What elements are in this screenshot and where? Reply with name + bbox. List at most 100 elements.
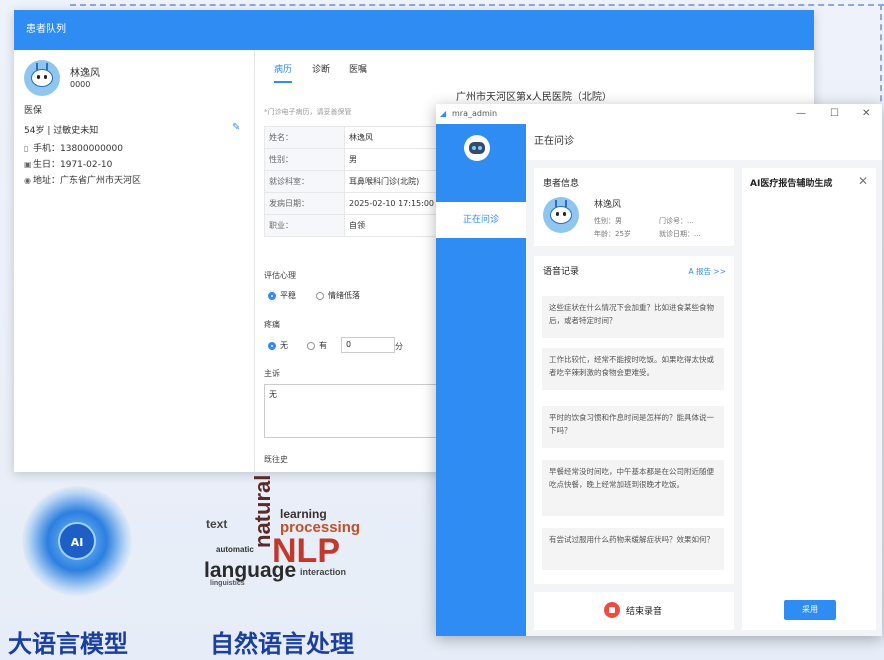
close-icon[interactable]: ✕	[858, 174, 868, 188]
caption-llm: 大语言模型	[8, 630, 128, 658]
pain-score-input[interactable]: 0	[341, 337, 395, 353]
panel-title: AI医疗报告辅助生成	[750, 179, 833, 189]
table-row: 职业： 自领	[263, 214, 439, 237]
word: interaction	[300, 567, 347, 577]
calendar-icon: ▣	[24, 160, 32, 169]
recording-bar: 结束录音	[534, 592, 734, 630]
phone-icon: ▯	[24, 144, 29, 153]
robot-icon	[464, 135, 490, 161]
complaint-textarea[interactable]: 无	[264, 384, 439, 438]
patient-info-card: 患者信息 林逸风 性别：男 门诊号：... 年龄：25岁 就诊日期：...	[534, 168, 734, 246]
field-value: 2025-02-10 17:15:00	[344, 192, 439, 215]
phone-row: ▯ 手机：13800000000	[24, 141, 123, 154]
message-bubble: 早餐经常没时间吃，中午基本都是在公司附近随便吃点快餐，晚上经常加班到很晚才吃饭。	[542, 460, 724, 516]
title-bar: ◢ mra_admin — ☐ ✕	[436, 104, 882, 124]
close-button[interactable]: ✕	[862, 104, 870, 124]
field-label: 就诊科室：	[263, 170, 346, 193]
word: automatic	[216, 545, 254, 554]
window-title: 患者队列	[14, 10, 814, 50]
voice-record-card: 语音记录 A 报告 >> 这些症状在什么情况下会加重？比如进食某些食物后，或者特…	[534, 256, 734, 584]
patient-name: 林逸风	[594, 200, 622, 210]
field-label: 发病日期：	[263, 192, 346, 215]
edit-icon[interactable]: ✎	[232, 122, 240, 133]
option-label: 无	[280, 341, 288, 350]
message-bubble: 平时的饮食习惯和作息时间是怎样的？能具体说一下吗？	[542, 406, 724, 448]
visit-date: 就诊日期：...	[659, 230, 701, 238]
option-label: 有	[319, 341, 327, 350]
record-table: 姓名： 林逸风 性别：男 就诊科室： 耳鼻喉科门诊(北院) 发病日期： 2025-02…	[263, 126, 439, 237]
table-row: 姓名： 林逸风	[263, 126, 439, 149]
avatar	[543, 197, 579, 233]
caption-nlp: 自然语言处理	[210, 630, 354, 658]
dashed-border-top	[70, 4, 884, 6]
history-label: 既往史	[264, 455, 288, 464]
birthday-text: 生日：1971-02-10	[33, 160, 113, 170]
mood-option-calm[interactable]: 平稳	[268, 290, 296, 301]
tab-record[interactable]: 病历	[274, 62, 293, 83]
stop-record-button[interactable]: 结束录音	[626, 604, 662, 617]
word: text	[206, 517, 228, 531]
clinic-number: 门诊号：...	[659, 217, 694, 225]
option-label: 平稳	[280, 291, 296, 300]
tab-diagnosis[interactable]: 诊断	[312, 62, 330, 75]
table-row: 发病日期： 2025-02-10 17:15:00	[263, 192, 439, 215]
address-row: ◉ 地址：广东省广州市天河区	[24, 173, 141, 186]
stop-record-icon[interactable]	[604, 602, 620, 618]
page-title: 正在问诊	[526, 124, 882, 160]
hospital-name: 广州市天河区第x人民医院（北院）	[456, 92, 612, 103]
message-bubble: 这些症状在什么情况下会加重？比如进食某些食物后，或者特定时间？	[542, 296, 724, 338]
field-label: 姓名：	[263, 126, 346, 149]
radio-checked-icon	[268, 341, 276, 350]
field-value: 自领	[344, 214, 439, 237]
avatar	[24, 60, 60, 96]
insurance-label: 医保	[24, 106, 43, 116]
message-bubble: 工作比较忙，经常不能按时吃饭。如果吃得太快或者吃辛辣刺激的食物会更难受。	[542, 348, 724, 390]
address-text: 地址：广东省广州市天河区	[33, 176, 142, 186]
card-title: 患者信息	[543, 179, 580, 189]
sidebar-item-consulting[interactable]: 正在问诊	[436, 202, 526, 238]
radio-checked-icon	[268, 291, 276, 300]
card-title: 语音记录	[543, 267, 580, 277]
pain-label: 疼痛	[264, 320, 280, 329]
field-label: 性别：	[263, 148, 346, 171]
ai-badge: AI	[58, 522, 96, 560]
birthday-row: ▣生日：1971-02-10	[24, 157, 112, 170]
location-icon: ◉	[24, 176, 31, 185]
patient-card: 林逸风 0000 医保 54岁 | 过敏史未知 ✎ ▯ 手机：1380000000…	[14, 50, 255, 472]
app-name: mra_admin	[452, 109, 498, 118]
report-link[interactable]: A 报告 >>	[689, 266, 726, 277]
field-value: 林逸风	[344, 126, 439, 149]
maximize-button[interactable]: ☐	[830, 104, 839, 124]
patient-id: 0000	[70, 80, 91, 89]
option-label: 情绪低落	[328, 291, 360, 300]
patient-gender: 性别：男	[594, 217, 622, 225]
word: linguistics	[210, 580, 245, 587]
apply-button[interactable]: 采用	[784, 600, 836, 620]
ai-report-panel: AI医疗报告辅助生成 ✕ 采用	[742, 168, 876, 630]
pain-option-none[interactable]: 无	[268, 340, 288, 351]
table-row: 就诊科室： 耳鼻喉科门诊(北院)	[263, 170, 439, 193]
field-label: 职业：	[263, 214, 346, 237]
patient-name: 林逸风	[70, 68, 100, 79]
age-allergy: 54岁 | 过敏史未知	[24, 126, 99, 136]
word: language	[204, 559, 297, 582]
patient-age: 年龄：25岁	[594, 230, 631, 238]
pain-unit: 分	[395, 342, 403, 351]
nlp-word-cloud: natural learning processing NLP language…	[204, 475, 390, 600]
message-bubble: 有尝试过服用什么药物来缓解症状吗？效果如何？	[542, 528, 724, 570]
field-value: 耳鼻喉科门诊(北院)	[344, 170, 439, 193]
table-row: 性别：男	[263, 148, 439, 171]
mood-label: 评估心理	[264, 271, 296, 280]
record-hint: *门诊电子病历，请妥善保管	[264, 108, 352, 116]
complaint-label: 主诉	[264, 369, 280, 378]
field-value: 男	[344, 148, 439, 171]
minimize-button[interactable]: —	[796, 104, 806, 124]
sidebar: 正在问诊	[436, 124, 526, 636]
phone-text: 手机：13800000000	[33, 144, 123, 154]
mra-admin-window: ◢ mra_admin — ☐ ✕ 正在问诊 正在问诊 患者信息 林逸风 性别：…	[436, 104, 882, 636]
pain-option-yes[interactable]: 有	[307, 340, 327, 351]
mood-option-low[interactable]: 情绪低落	[316, 290, 360, 301]
app-logo-icon: ◢	[440, 109, 447, 118]
tab-orders[interactable]: 医嘱	[349, 62, 367, 75]
radio-icon	[316, 291, 324, 300]
